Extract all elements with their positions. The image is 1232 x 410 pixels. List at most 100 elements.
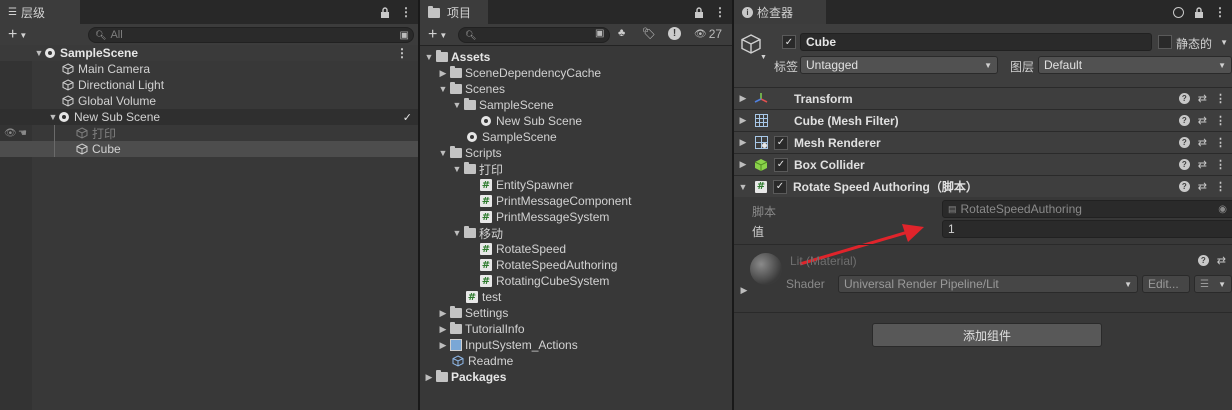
presets-icon[interactable]: ⇄	[1198, 114, 1207, 127]
asset-row[interactable]: New Sub Scene	[420, 113, 732, 129]
presets-icon[interactable]: ⇄	[1198, 158, 1207, 171]
expand-arrow-icon[interactable]: ▼	[424, 52, 434, 62]
search-filter-icon[interactable]: ▣	[400, 30, 409, 41]
hierarchy-tab[interactable]: ☰ 层级	[0, 0, 80, 24]
help-icon[interactable]: ?	[1178, 181, 1190, 192]
tag-dropdown[interactable]: Untagged ▼	[800, 56, 998, 74]
asset-row[interactable]: Readme	[420, 353, 732, 369]
folder-row[interactable]: ▶ TutorialInfo	[420, 321, 732, 337]
debug-mode-icon[interactable]	[1173, 6, 1184, 18]
folder-row[interactable]: ▼ Scenes	[420, 81, 732, 97]
expand-arrow-icon[interactable]: ▼	[438, 148, 448, 158]
expand-arrow-icon[interactable]: ▼	[48, 112, 58, 122]
folder-row[interactable]: ▼ Scripts	[420, 145, 732, 161]
shader-options-dropdown[interactable]: ☰ ▼	[1194, 275, 1232, 293]
presets-icon[interactable]: ⇄	[1217, 254, 1226, 267]
folder-row[interactable]: ▼ 打印	[420, 161, 732, 177]
component-enabled-checkbox[interactable]: ✓	[774, 135, 788, 150]
hierarchy-child-item-selected[interactable]: Cube	[0, 141, 418, 157]
collapse-arrow-icon[interactable]: ▶	[424, 372, 434, 383]
presets-icon[interactable]: ⇄	[1198, 136, 1207, 149]
hierarchy-search-input[interactable]: 🔍︎ All ▣	[88, 27, 414, 43]
inspector-tab[interactable]: i 检查器	[734, 0, 826, 24]
more-options-icon[interactable]: ⋮	[1215, 136, 1226, 149]
collapse-arrow-icon[interactable]: ▶	[739, 285, 749, 296]
expand-arrow-icon[interactable]: ▼	[452, 100, 462, 110]
component-header-transform[interactable]: ▶ Transform ? ⇄ ⋮	[734, 87, 1232, 109]
folder-row[interactable]: ▶ SceneDependencyCache	[420, 65, 732, 81]
help-icon[interactable]: ?	[1178, 115, 1190, 126]
lock-icon[interactable]	[380, 6, 390, 18]
hierarchy-child-item[interactable]: 👁︎ ☚ 打印	[0, 125, 418, 141]
folder-row[interactable]: ▼ Assets	[420, 49, 732, 65]
more-options-icon[interactable]: ⋮	[714, 5, 726, 19]
active-checkbox[interactable]: ✓	[782, 35, 796, 49]
search-filter-icon[interactable]: ▣	[595, 28, 604, 39]
expand-arrow-icon[interactable]: ▼	[452, 228, 462, 238]
hierarchy-item[interactable]: Main Camera	[0, 61, 418, 77]
component-header-mesh-filter[interactable]: ▶ Cube (Mesh Filter) ? ⇄ ⋮	[734, 109, 1232, 131]
visibility-eye-icon[interactable]: 👁︎	[4, 128, 17, 139]
scene-row[interactable]: ▼ SampleScene ⋮	[0, 45, 418, 61]
script-row[interactable]: # RotateSpeed	[420, 241, 732, 257]
script-row[interactable]: # PrintMessageSystem	[420, 209, 732, 225]
component-header-box-collider[interactable]: ▶ ✓ Box Collider ? ⇄ ⋮	[734, 153, 1232, 175]
more-options-icon[interactable]: ⋮	[1215, 92, 1226, 105]
script-row[interactable]: # test	[420, 289, 732, 305]
more-options-icon[interactable]: ⋮	[1215, 114, 1226, 127]
script-row[interactable]: # PrintMessageComponent	[420, 193, 732, 209]
checkmark-icon[interactable]: ✓	[403, 111, 412, 124]
pick-hand-icon[interactable]: ☚	[18, 128, 27, 139]
static-checkbox[interactable]	[1158, 35, 1172, 49]
folder-row[interactable]: ▶ Packages	[420, 369, 732, 385]
folder-row[interactable]: ▶ Settings	[420, 305, 732, 321]
script-row[interactable]: # EntitySpawner	[420, 177, 732, 193]
subscene-row[interactable]: ▼ New Sub Scene ✓	[0, 109, 418, 125]
layer-dropdown[interactable]: Default ▼	[1038, 56, 1232, 74]
hierarchy-item[interactable]: Global Volume	[0, 93, 418, 109]
gameobject-large-cube-icon[interactable]	[740, 33, 762, 55]
expand-arrow-icon[interactable]: ▼	[438, 84, 448, 94]
asset-row[interactable]: SampleScene	[420, 129, 732, 145]
help-icon[interactable]: ?	[1178, 93, 1190, 104]
object-name-input[interactable]: Cube	[800, 33, 1152, 51]
collapse-arrow-icon[interactable]: ▶	[438, 340, 448, 351]
component-enabled-checkbox[interactable]: ✓	[774, 157, 788, 172]
collapse-arrow-icon[interactable]: ▶	[738, 93, 748, 104]
hierarchy-item[interactable]: Directional Light	[0, 77, 418, 93]
more-options-icon[interactable]: ⋮	[400, 5, 412, 19]
expand-arrow-icon[interactable]: ▼	[452, 164, 462, 174]
more-options-icon[interactable]: ⋮	[1215, 158, 1226, 171]
expand-arrow-icon[interactable]: ▼	[738, 182, 748, 192]
more-options-icon[interactable]: ⋮	[1215, 180, 1226, 193]
help-icon[interactable]: ?	[1197, 255, 1209, 266]
project-tab[interactable]: 项目	[420, 0, 488, 24]
filter-by-label-icon[interactable]: 🏷︎	[642, 27, 656, 40]
add-component-button[interactable]: 添加组件	[872, 323, 1102, 347]
log-warning-icon[interactable]: !	[668, 27, 681, 40]
lock-icon[interactable]	[694, 6, 704, 18]
lock-icon[interactable]	[1194, 6, 1204, 18]
presets-icon[interactable]: ⇄	[1198, 180, 1207, 193]
filter-by-type-icon[interactable]: ♣	[618, 27, 625, 39]
help-icon[interactable]: ?	[1178, 137, 1190, 148]
collapse-arrow-icon[interactable]: ▶	[438, 324, 448, 335]
scene-more-icon[interactable]: ⋮	[396, 46, 408, 60]
collapse-arrow-icon[interactable]: ▶	[438, 308, 448, 319]
component-header-rotate-speed-authoring[interactable]: ▼ # ✓ Rotate Speed Authoring（脚本） ? ⇄ ⋮	[734, 175, 1232, 197]
folder-row[interactable]: ▼ SampleScene	[420, 97, 732, 113]
asset-row[interactable]: ▶ InputSystem_Actions	[420, 337, 732, 353]
help-icon[interactable]: ?	[1178, 159, 1190, 170]
component-header-mesh-renderer[interactable]: ▶ ✓ Mesh Renderer ? ⇄ ⋮	[734, 131, 1232, 153]
shader-dropdown[interactable]: Universal Render Pipeline/Lit ▼	[838, 275, 1138, 293]
hidden-packages-toggle[interactable]: 👁︎ 27	[694, 27, 722, 41]
edit-shader-button[interactable]: Edit...	[1142, 275, 1190, 293]
static-dropdown-arrow-icon[interactable]: ▼	[1220, 38, 1228, 47]
collapse-arrow-icon[interactable]: ▶	[738, 159, 748, 170]
create-dropdown-icon[interactable]: + ▼	[428, 26, 447, 44]
expand-arrow-icon[interactable]: ▼	[34, 48, 44, 58]
presets-icon[interactable]: ⇄	[1198, 92, 1207, 105]
more-options-icon[interactable]: ⋮	[1214, 5, 1226, 19]
project-search-input[interactable]: 🔍︎	[458, 27, 610, 43]
collapse-arrow-icon[interactable]: ▶	[438, 68, 448, 79]
